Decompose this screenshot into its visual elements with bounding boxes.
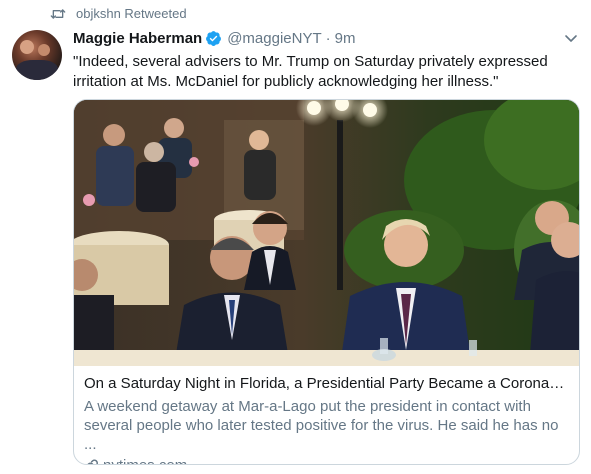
tweet-text: "Indeed, several advisers to Mr. Trump o… [73,53,548,90]
card-description: A weekend getaway at Mar-a-Lago put the … [84,398,559,453]
link-card[interactable]: On a Saturday Night in Florida, a Presid… [73,99,580,465]
retweet-icon [50,7,66,21]
tweet-header: Maggie Haberman @maggieNYT · 9m [73,30,571,47]
author-handle[interactable]: @maggieNYT [227,30,321,47]
card-image [74,100,579,366]
verified-badge-icon [205,30,222,47]
tweet-time[interactable]: 9m [335,30,356,47]
retweet-label: objkshn Retweeted [76,6,187,21]
chevron-down-icon[interactable] [563,30,579,46]
retweet-indicator[interactable]: objkshn Retweeted [50,6,187,21]
link-icon [84,458,99,464]
separator-dot: · [325,30,331,47]
card-domain-label: nytimes.com [103,457,187,464]
avatar[interactable] [12,30,62,80]
author-name[interactable]: Maggie Haberman [73,30,202,47]
card-domain[interactable]: nytimes.com [84,457,569,464]
card-title[interactable]: On a Saturday Night in Florida, a Presid… [84,374,569,394]
